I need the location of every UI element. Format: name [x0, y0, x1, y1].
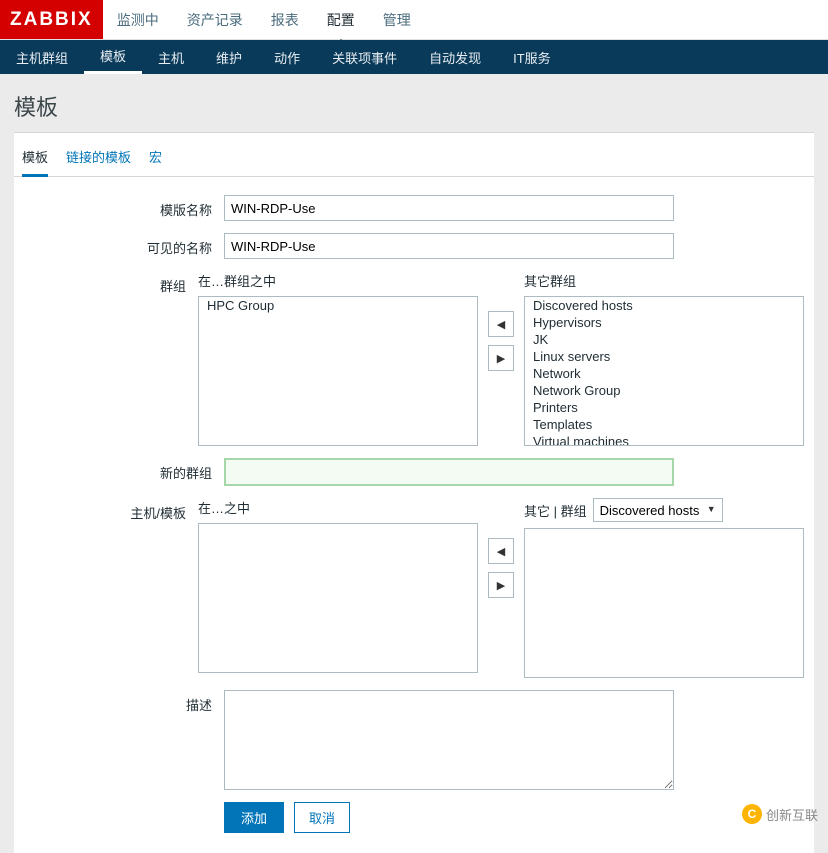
other-group-option[interactable]: Virtual machines: [525, 433, 803, 446]
other-groups-header: 其它群组: [524, 271, 804, 296]
triangle-left-icon: ◀: [497, 318, 505, 331]
topbar: ZABBIX 监测中 资产记录 报表 配置 管理: [0, 0, 828, 40]
template-form: 模版名称 可见的名称 群组 在…群组之中: [14, 177, 814, 833]
triangle-left-icon: ◀: [497, 545, 505, 558]
other-group-option[interactable]: Templates: [525, 416, 803, 433]
page-area: 模板 模板 链接的模板 宏 模版名称 可见的名称: [0, 74, 828, 853]
label-template-name: 模版名称: [24, 195, 224, 221]
cancel-button[interactable]: 取消: [294, 802, 350, 833]
move-left-button[interactable]: ◀: [488, 311, 514, 337]
move-left-button-2[interactable]: ◀: [488, 538, 514, 564]
label-groups: 群组: [24, 271, 198, 446]
other-group-option[interactable]: Hypervisors: [525, 314, 803, 331]
label-visible-name: 可见的名称: [24, 233, 224, 259]
subnav-itservices[interactable]: IT服务: [497, 40, 567, 74]
topnav-administration[interactable]: 管理: [369, 0, 425, 39]
listbox-other-hosts[interactable]: [524, 528, 804, 678]
subnav-templates[interactable]: 模板: [84, 40, 142, 74]
move-right-button-2[interactable]: ▶: [488, 572, 514, 598]
page-title: 模板: [14, 90, 814, 122]
form-tabs: 模板 链接的模板 宏: [14, 133, 814, 177]
triangle-right-icon: ▶: [497, 352, 505, 365]
other-header-2: 其它 | 群组 Discovered hosts: [524, 498, 804, 528]
triangle-right-icon: ▶: [497, 579, 505, 592]
topnav: 监测中 资产记录 报表 配置 管理: [103, 0, 425, 39]
other-group-option[interactable]: Discovered hosts: [525, 297, 803, 314]
select-other-group[interactable]: Discovered hosts: [593, 498, 723, 522]
label-new-group: 新的群组: [24, 458, 224, 486]
in-groups-header: 在…群组之中: [198, 271, 478, 296]
input-template-name[interactable]: [224, 195, 674, 221]
watermark: C 创新互联: [742, 804, 818, 824]
panel: 模板 链接的模板 宏 模版名称 可见的名称 群组: [14, 132, 814, 853]
other-group-option[interactable]: JK: [525, 331, 803, 348]
subnav-discovery[interactable]: 自动发现: [413, 40, 497, 74]
tab-linked-templates[interactable]: 链接的模板: [66, 143, 131, 176]
other-group-option[interactable]: Network: [525, 365, 803, 382]
topnav-reports[interactable]: 报表: [257, 0, 313, 39]
watermark-logo-icon: C: [742, 804, 762, 824]
tab-macros[interactable]: 宏: [149, 143, 162, 176]
watermark-text: 创新互联: [766, 805, 818, 824]
in-group-option[interactable]: HPC Group: [199, 297, 477, 314]
tab-template[interactable]: 模板: [22, 143, 48, 177]
topnav-inventory[interactable]: 资产记录: [173, 0, 257, 39]
subnav-correlation[interactable]: 关联项事件: [316, 40, 413, 74]
subnav-hostgroups[interactable]: 主机群组: [0, 40, 84, 74]
logo[interactable]: ZABBIX: [0, 0, 103, 39]
subnav: 主机群组 模板 主机 维护 动作 关联项事件 自动发现 IT服务: [0, 40, 828, 74]
listbox-other-groups[interactable]: Discovered hosts Hypervisors JK Linux se…: [524, 296, 804, 446]
subnav-actions[interactable]: 动作: [258, 40, 316, 74]
in-header-2: 在…之中: [198, 498, 478, 523]
add-button[interactable]: 添加: [224, 802, 284, 833]
listbox-in-groups[interactable]: HPC Group: [198, 296, 478, 446]
label-hosts-templates: 主机/模板: [24, 498, 198, 678]
input-new-group[interactable]: [224, 458, 674, 486]
input-visible-name[interactable]: [224, 233, 674, 259]
listbox-in-hosts[interactable]: [198, 523, 478, 673]
move-right-button[interactable]: ▶: [488, 345, 514, 371]
subnav-maintenance[interactable]: 维护: [200, 40, 258, 74]
topnav-configuration[interactable]: 配置: [313, 0, 369, 39]
other-group-option[interactable]: Linux servers: [525, 348, 803, 365]
label-description: 描述: [24, 690, 224, 790]
other-header-2-label: 其它 | 群组: [524, 501, 587, 520]
other-group-option[interactable]: Network Group: [525, 382, 803, 399]
subnav-hosts[interactable]: 主机: [142, 40, 200, 74]
textarea-description[interactable]: [224, 690, 674, 790]
topnav-monitoring[interactable]: 监测中: [103, 0, 173, 39]
other-group-option[interactable]: Printers: [525, 399, 803, 416]
